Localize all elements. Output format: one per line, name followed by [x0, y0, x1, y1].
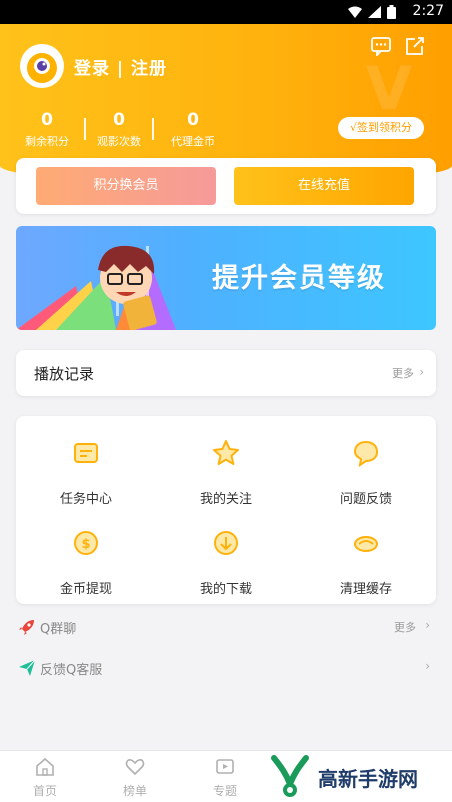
status-bar: 2:27: [0, 0, 452, 24]
recharge-button[interactable]: 在线充值: [234, 167, 414, 205]
chevron-right-icon: ›: [425, 618, 430, 632]
grid-item-my-follow[interactable]: 我的关注: [156, 438, 296, 507]
stat-points-label: 剩余积分: [25, 135, 69, 148]
header-decoration: V: [365, 54, 412, 124]
watermark-logo: [271, 755, 309, 797]
download-icon: [214, 531, 238, 555]
stat-divider: [84, 118, 86, 140]
grid-item-label: 清理缓存: [339, 582, 392, 597]
nav-home[interactable]: 首页: [10, 757, 80, 799]
chevron-right-icon: ›: [419, 365, 424, 379]
grid-item-feedback[interactable]: 问题反馈: [296, 438, 436, 507]
play-history-row[interactable]: 播放记录 更多 ›: [16, 350, 436, 396]
avatar[interactable]: [20, 44, 64, 88]
status-icons: [348, 5, 396, 19]
stat-points-value: 0: [41, 110, 53, 130]
stat-points: 0 剩余积分: [20, 110, 74, 149]
nav-ranking[interactable]: 榜单: [100, 757, 170, 799]
clean-icon: [354, 536, 378, 552]
action-card: 积分换会员 在线充值: [16, 158, 436, 214]
grid-item-label: 金币提现: [59, 582, 112, 597]
grid-item-label: 问题反馈: [339, 492, 392, 507]
vip-banner[interactable]: 提升会员等级: [16, 226, 436, 330]
feedback-icon: [353, 440, 379, 468]
grid-item-label: 任务中心: [59, 492, 112, 507]
star-icon: [213, 440, 239, 465]
sign-in-button[interactable]: √签到领积分: [338, 117, 424, 139]
status-time: 2:27: [412, 3, 444, 19]
nav-ranking-label: 榜单: [122, 784, 147, 798]
video-icon: [216, 759, 234, 774]
qq-group-label: Q群聊: [40, 622, 77, 637]
feature-grid: 任务中心 我的关注 问题反馈 $ 金币提现 我的下载 清理缓存: [16, 416, 436, 604]
qq-group-row[interactable]: Q群聊 更多 ›: [16, 615, 436, 639]
chevron-right-icon: ›: [425, 659, 430, 673]
nav-topics[interactable]: 专题: [190, 757, 260, 799]
banner-illustration: [16, 245, 176, 330]
feedback-qq-row[interactable]: 反馈Q客服 ›: [16, 656, 436, 680]
signal-icon: [368, 6, 381, 18]
grid-item-label: 我的关注: [199, 492, 252, 507]
battery-icon: [387, 5, 396, 19]
exchange-membership-button[interactable]: 积分换会员: [36, 167, 216, 205]
coin-icon: $: [74, 531, 98, 555]
svg-text:$: $: [81, 537, 90, 552]
stat-divider: [152, 118, 154, 140]
nav-topics-label: 专题: [212, 784, 237, 798]
grid-item-coin-withdraw[interactable]: $ 金币提现: [16, 528, 156, 597]
nav-home-label: 首页: [32, 784, 57, 798]
send-icon: [19, 659, 36, 676]
stat-views-label: 观影次数: [97, 135, 141, 148]
play-history-title: 播放记录: [34, 365, 95, 383]
share-icon[interactable]: [404, 36, 426, 56]
heart-icon: [125, 759, 145, 776]
stat-coins-label: 代理金币: [171, 135, 215, 148]
more-link[interactable]: 更多: [392, 365, 414, 381]
user-stats: 0 剩余积分 0 观影次数 0 代理金币: [20, 110, 222, 149]
rocket-icon: [19, 620, 34, 635]
more-link[interactable]: 更多: [394, 619, 416, 635]
grid-item-task-center[interactable]: 任务中心: [16, 438, 156, 507]
banner-title: 提升会员等级: [212, 263, 386, 294]
stat-coins: 0 代理金币: [164, 110, 222, 149]
stat-views: 0 观影次数: [96, 110, 142, 149]
stat-views-value: 0: [113, 110, 125, 130]
wifi-icon: [348, 6, 362, 18]
message-icon[interactable]: [370, 36, 392, 56]
stat-coins-value: 0: [187, 110, 199, 130]
watermark: 高新手游网: [268, 752, 452, 802]
grid-item-clear-cache[interactable]: 清理缓存: [296, 528, 436, 597]
login-register-link[interactable]: 登录 | 注册: [74, 54, 167, 79]
task-icon: [74, 443, 98, 463]
feedback-qq-label: 反馈Q客服: [40, 663, 103, 678]
home-icon: [36, 757, 54, 776]
grid-item-my-download[interactable]: 我的下载: [156, 528, 296, 597]
watermark-text: 高新手游网: [318, 766, 418, 791]
grid-item-label: 我的下载: [199, 582, 252, 597]
